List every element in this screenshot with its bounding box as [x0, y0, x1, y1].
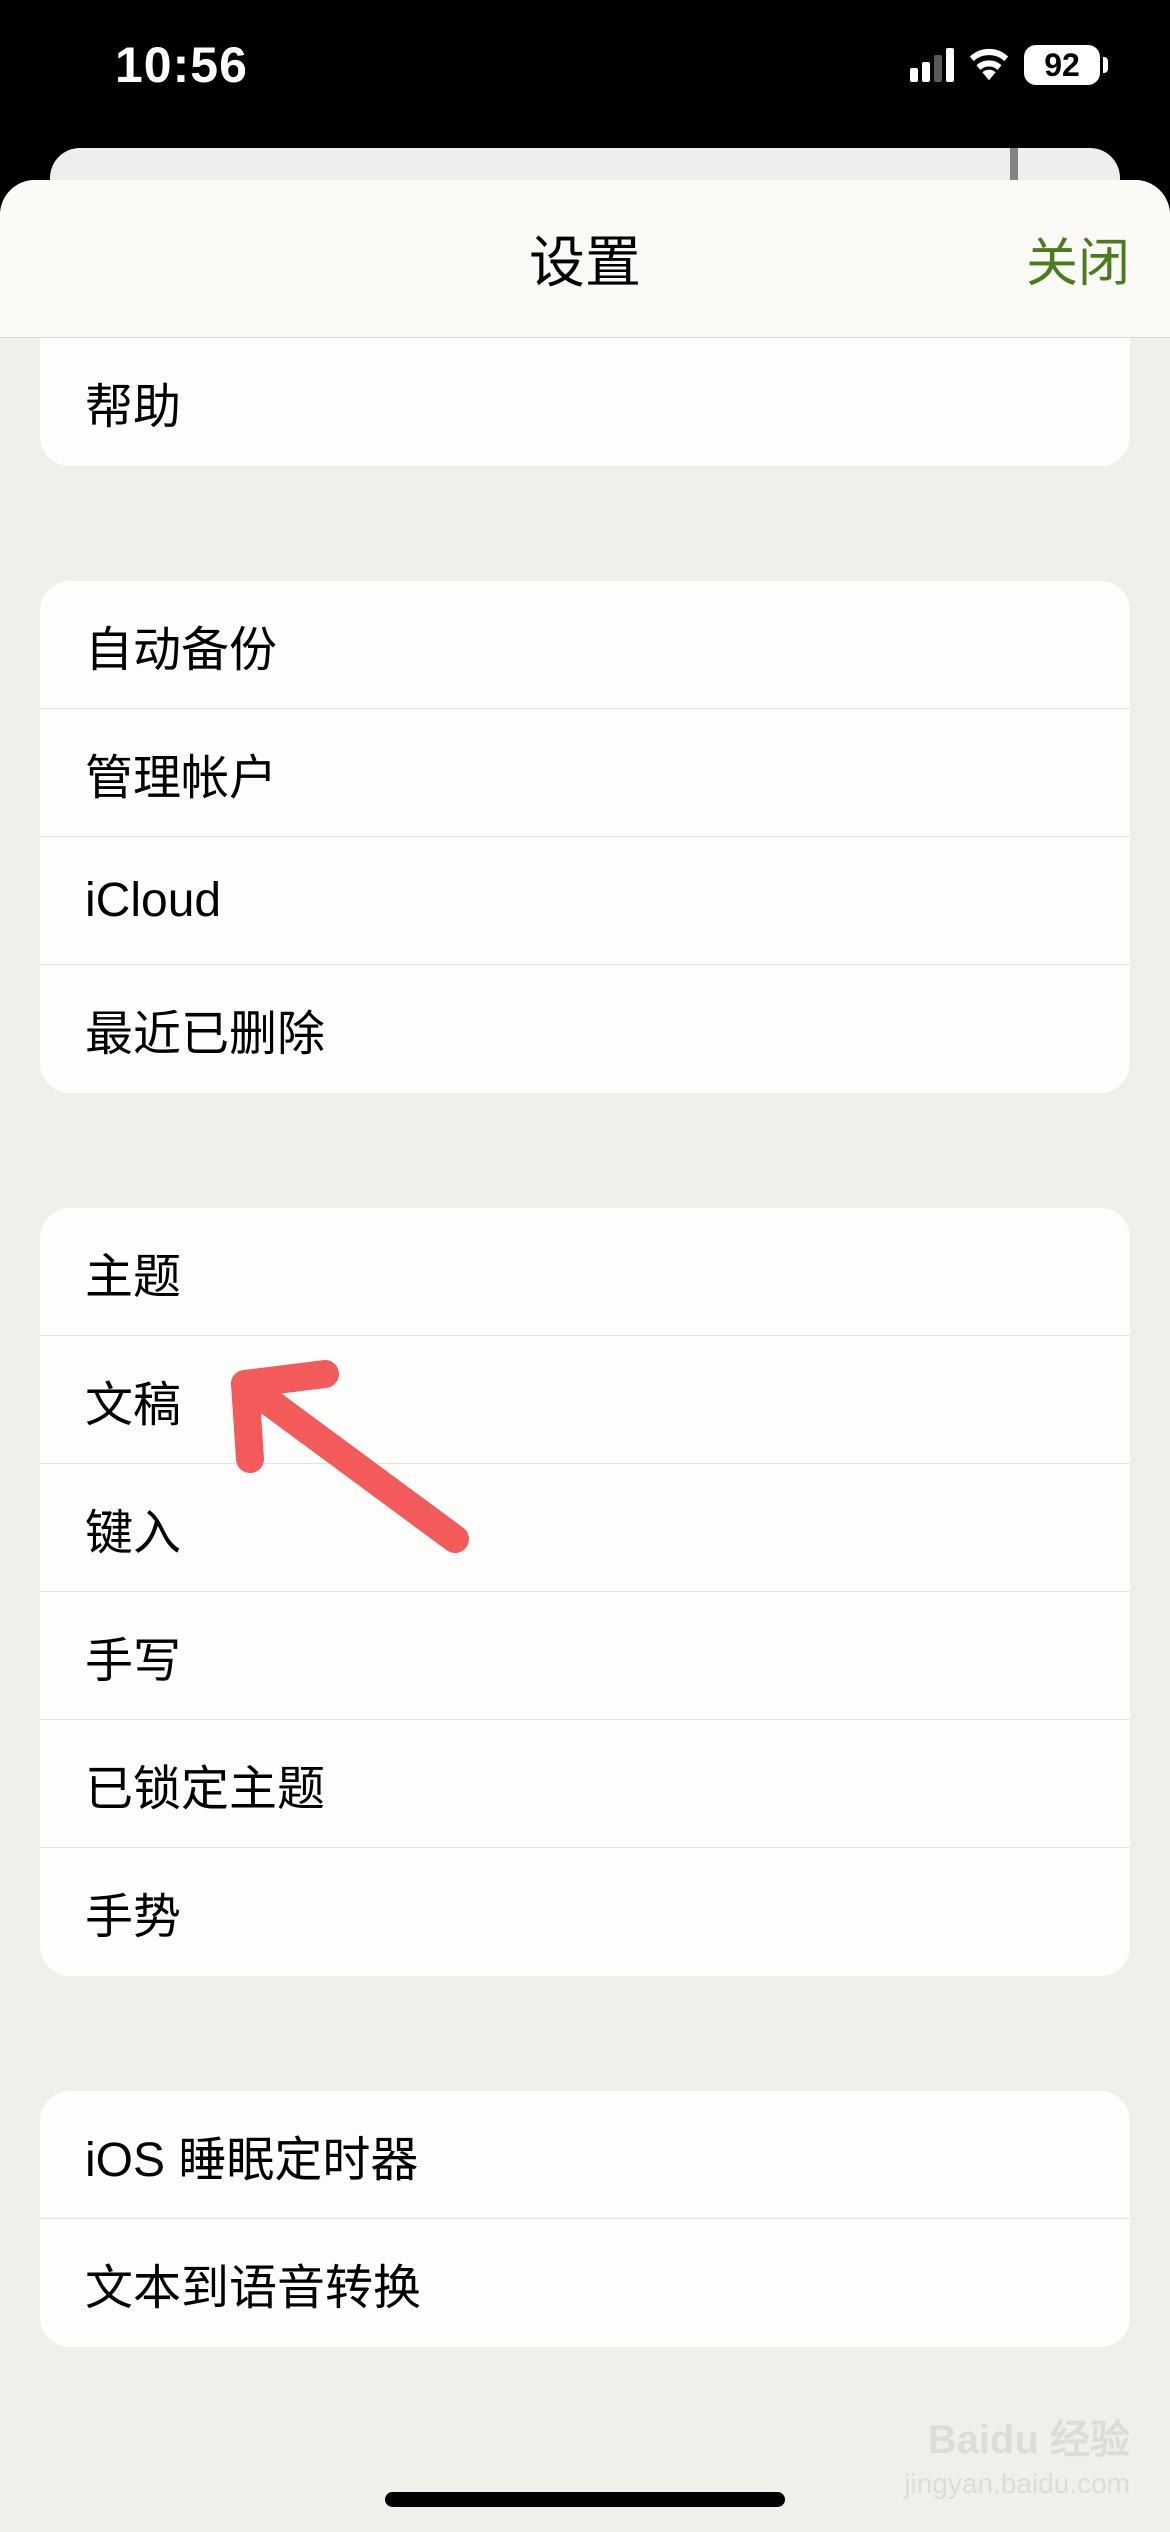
row-handwriting[interactable]: 手写: [40, 1592, 1130, 1720]
row-label: 管理帐户: [85, 738, 277, 808]
row-auto-backup[interactable]: 自动备份: [40, 581, 1130, 709]
row-label: 手势: [85, 1877, 181, 1947]
row-theme[interactable]: 主题: [40, 1208, 1130, 1336]
row-recently-deleted[interactable]: 最近已删除: [40, 965, 1130, 1093]
home-indicator[interactable]: [385, 2492, 785, 2507]
sheet-title: 设置: [529, 218, 641, 299]
row-typing[interactable]: 键入: [40, 1464, 1130, 1592]
row-label: 自动备份: [85, 610, 277, 680]
wifi-icon: [966, 45, 1012, 86]
group-system: iOS 睡眠定时器 文本到语音转换: [40, 2091, 1130, 2347]
group-help: 帮助: [40, 338, 1130, 466]
row-gesture[interactable]: 手势: [40, 1848, 1130, 1976]
battery-icon: 92: [1024, 45, 1100, 85]
row-label: 帮助: [85, 367, 181, 437]
row-label: 键入: [85, 1493, 181, 1563]
signal-icon: [910, 48, 954, 82]
row-label: 文稿: [85, 1365, 181, 1435]
sheet-content[interactable]: 帮助 自动备份 管理帐户 iCloud 最近已删除 主题 文稿: [0, 338, 1170, 2347]
battery-level: 92: [1044, 47, 1080, 84]
row-label: 文本到语音转换: [85, 2248, 421, 2318]
status-bar: 10:56 92: [0, 0, 1170, 130]
row-label: 主题: [85, 1237, 181, 1307]
group-account: 自动备份 管理帐户 iCloud 最近已删除: [40, 581, 1130, 1093]
close-button[interactable]: 关闭: [1026, 221, 1130, 296]
background-card-scrollbar: [1010, 148, 1018, 183]
settings-sheet: 设置 关闭 帮助 自动备份 管理帐户 iCloud 最近已删除: [0, 180, 1170, 2532]
row-sleep-timer[interactable]: iOS 睡眠定时器: [40, 2091, 1130, 2219]
watermark-sub: jingyan.baidu.com: [904, 2466, 1130, 2502]
row-icloud[interactable]: iCloud: [40, 837, 1130, 965]
row-manage-account[interactable]: 管理帐户: [40, 709, 1130, 837]
row-label: 已锁定主题: [85, 1749, 325, 1819]
row-tts[interactable]: 文本到语音转换: [40, 2219, 1130, 2347]
row-document[interactable]: 文稿: [40, 1336, 1130, 1464]
sheet-header: 设置 关闭: [0, 180, 1170, 338]
row-label: 最近已删除: [85, 994, 325, 1064]
status-indicators: 92: [910, 45, 1100, 86]
group-preferences: 主题 文稿 键入 手写 已锁定主题 手势: [40, 1208, 1130, 1976]
row-help[interactable]: 帮助: [40, 338, 1130, 466]
row-label: iCloud: [85, 873, 221, 928]
row-label: iOS 睡眠定时器: [85, 2120, 418, 2190]
watermark: Baidu 经验 jingyan.baidu.com: [904, 2414, 1130, 2502]
row-label: 手写: [85, 1621, 181, 1691]
row-locked-theme[interactable]: 已锁定主题: [40, 1720, 1130, 1848]
watermark-main: Baidu 经验: [904, 2414, 1130, 2466]
status-time: 10:56: [115, 36, 248, 94]
